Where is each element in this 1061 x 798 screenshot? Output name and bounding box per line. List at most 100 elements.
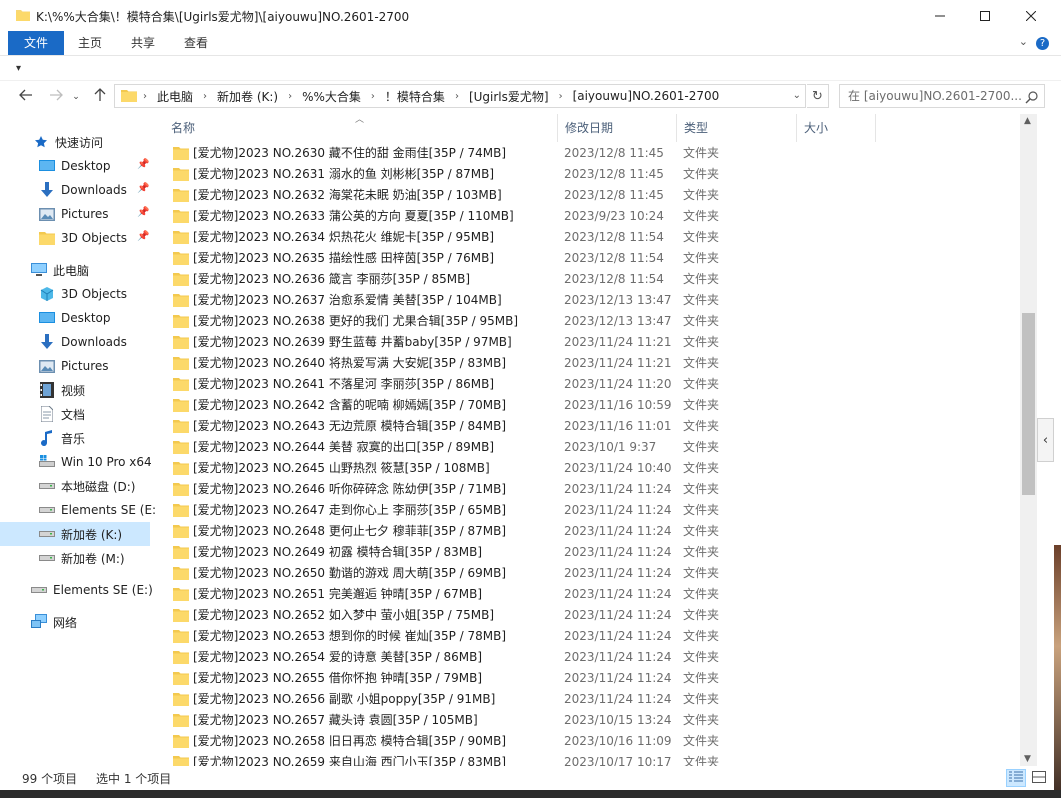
file-row[interactable]: [爱尤物]2023 NO.2652 如入梦中 萤小姐[35P / 75MB] 20… [167,604,867,625]
file-row[interactable]: [爱尤物]2023 NO.2633 蒲公英的方向 夏夏[35P / 110MB]… [167,205,867,226]
file-row[interactable]: [爱尤物]2023 NO.2630 藏不住的甜 金雨佳[35P / 74MB] 2… [167,142,867,163]
file-row[interactable]: [爱尤物]2023 NO.2647 走到你心上 李丽莎[35P / 65MB] 2… [167,499,867,520]
nav-drive-d[interactable]: 本地磁盘 (D:) [0,474,155,498]
file-row[interactable]: [爱尤物]2023 NO.2650 勤谐的游戏 周大萌[35P / 69MB] 2… [167,562,867,583]
file-type: 文件夹 [683,461,720,475]
breadcrumb-model-collection[interactable]: ！模特合集 [377,88,453,105]
file-row[interactable]: [爱尤物]2023 NO.2639 野生蓝莓 井蓄baby[35P / 97MB… [167,331,867,352]
nav-drive-e[interactable]: Elements SE (E: [0,498,155,522]
nav-drive-k[interactable]: 新加卷 (K:) [0,522,150,546]
file-row[interactable]: [爱尤物]2023 NO.2641 不落星河 李丽莎[35P / 86MB] 20… [167,373,867,394]
file-type: 文件夹 [683,377,720,391]
file-row[interactable]: [爱尤物]2023 NO.2637 治愈系爱情 美替[35P / 104MB] 2… [167,289,867,310]
nav-this-pc[interactable]: 此电脑 [0,258,155,282]
file-row[interactable]: [爱尤物]2023 NO.2648 更何止七夕 穆菲菲[35P / 87MB] 2… [167,520,867,541]
file-row[interactable]: [爱尤物]2023 NO.2638 更好的我们 尤果合辑[35P / 95MB]… [167,310,867,331]
file-row[interactable]: [爱尤物]2023 NO.2657 藏头诗 袁圆[35P / 105MB] 202… [167,709,867,730]
search-input[interactable]: 在 [aiyouwu]NO.2601-2700... [839,84,1045,108]
file-row[interactable]: [爱尤物]2023 NO.2659 来自山海 西门小玉[35P / 83MB] 2… [167,751,867,766]
file-row[interactable]: [爱尤物]2023 NO.2654 爱的诗意 美替[35P / 86MB] 202… [167,646,867,667]
nav-quick-access[interactable]: 快速访问 [0,130,155,154]
folder-icon [173,692,189,706]
file-row[interactable]: [爱尤物]2023 NO.2646 听你碎碎念 陈幼伊[35P / 71MB] 2… [167,478,867,499]
breadcrumb-ugirls[interactable]: [Ugirls爱尤物] [461,88,557,105]
nav-network[interactable]: 网络 [0,610,155,634]
file-row[interactable]: [爱尤物]2023 NO.2643 无边荒原 模特合辑[35P / 84MB] 2… [167,415,867,436]
folder-icon [173,566,189,580]
maximize-button[interactable] [962,0,1008,31]
nav-music[interactable]: 音乐 [0,426,155,450]
back-button[interactable] [16,87,36,107]
forward-button[interactable] [46,87,66,107]
file-row[interactable]: [爱尤物]2023 NO.2640 将热爱写满 大安妮[35P / 83MB] 2… [167,352,867,373]
file-row[interactable]: [爱尤物]2023 NO.2645 山野热烈 筱慧[35P / 108MB] 20… [167,457,867,478]
file-row[interactable]: [爱尤物]2023 NO.2653 想到你的时候 崔灿[35P / 78MB] 2… [167,625,867,646]
file-row[interactable]: [爱尤物]2023 NO.2631 溺水的鱼 刘彬彬[35P / 87MB] 20… [167,163,867,184]
nav-desktop[interactable]: Desktop [0,306,155,330]
close-button[interactable] [1008,0,1054,31]
file-row[interactable]: [爱尤物]2023 NO.2635 描绘性感 田梓茵[35P / 76MB] 20… [167,247,867,268]
vertical-scrollbar[interactable]: ▲ ▼ [1020,114,1037,766]
nav-os-drive[interactable]: Win 10 Pro x64 [0,450,155,474]
scrollbar-thumb[interactable] [1022,313,1035,495]
nav-drive-m[interactable]: 新加卷 (M:) [0,546,155,570]
breadcrumb-collection[interactable]: %%大合集 [294,88,369,105]
nav-pictures-pinned[interactable]: Pictures 📌 [0,202,155,226]
chevron-down-icon[interactable]: ⌄ [793,90,801,101]
tab-file[interactable]: 文件 [8,31,64,55]
file-row[interactable]: [爱尤物]2023 NO.2655 借你怀抱 钟晴[35P / 79MB] 202… [167,667,867,688]
breadcrumb-current[interactable]: [aiyouwu]NO.2601-2700 [565,89,728,103]
address-bar[interactable]: › 此电脑 › 新加卷 (K:) › %%大合集 › ！模特合集 › [Ugir… [114,84,806,108]
file-row[interactable]: [爱尤物]2023 NO.2656 副歌 小姐poppy[35P / 91MB]… [167,688,867,709]
scroll-down-icon[interactable]: ▼ [1024,754,1031,764]
tab-view[interactable]: 查看 [170,31,222,55]
nav-downloads-pinned[interactable]: Downloads 📌 [0,178,155,202]
nav-elements-se[interactable]: Elements SE (E:) [0,578,155,602]
nav-label: Desktop [61,311,111,325]
nav-videos[interactable]: 视频 [0,378,155,402]
refresh-button[interactable]: ↻ [807,84,829,108]
expand-ribbon-icon[interactable]: ⌄ [1019,35,1028,48]
file-row[interactable]: [爱尤物]2023 NO.2649 初露 模特合辑[35P / 83MB] 202… [167,541,867,562]
file-row[interactable]: [爱尤物]2023 NO.2636 箴言 李丽莎[35P / 85MB] 2023… [167,268,867,289]
folder-icon [121,88,137,105]
arrow-up-icon [94,88,106,106]
breadcrumb-this-pc[interactable]: 此电脑 [149,88,201,105]
details-view-button[interactable] [1006,769,1026,787]
nav-3d-objects[interactable]: 3D Objects [0,282,155,306]
file-row[interactable]: [爱尤物]2023 NO.2634 炽热花火 维妮卡[35P / 95MB] 20… [167,226,867,247]
minimize-button[interactable] [917,0,963,31]
file-modified-date: 2023/10/15 13:24 [564,712,672,727]
tab-share[interactable]: 共享 [116,31,170,55]
nav-documents[interactable]: 文档 [0,402,155,426]
nav-pictures[interactable]: Pictures [0,354,155,378]
file-row[interactable]: [爱尤物]2023 NO.2642 含蓄的呢喃 柳嫣嫣[35P / 70MB] 2… [167,394,867,415]
drive-icon [31,582,47,598]
column-name[interactable]: 名称 [164,114,558,142]
file-row[interactable]: [爱尤物]2023 NO.2651 完美邂逅 钟晴[35P / 67MB] 202… [167,583,867,604]
file-row[interactable]: [爱尤物]2023 NO.2644 美替 寂寞的出口[35P / 89MB] 20… [167,436,867,457]
column-size[interactable]: 大小 [796,114,876,142]
scroll-up-icon[interactable]: ▲ [1024,116,1031,126]
desktop-icon [39,158,55,174]
nav-downloads[interactable]: Downloads [0,330,155,354]
large-icons-view-button[interactable] [1029,769,1049,787]
file-row[interactable]: [爱尤物]2023 NO.2658 旧日再恋 模特合辑[35P / 90MB] 2… [167,730,867,751]
tab-home[interactable]: 主页 [64,31,116,55]
help-button[interactable]: ? [1036,37,1049,50]
column-date[interactable]: 修改日期 [557,114,677,142]
expand-pane-handle[interactable]: ‹ [1037,418,1054,462]
file-name: [爱尤物]2023 NO.2635 描绘性感 田梓茵[35P / 76MB] [193,251,495,265]
file-name: [爱尤物]2023 NO.2637 治愈系爱情 美替[35P / 104MB] [193,293,502,307]
column-type[interactable]: 类型 [676,114,796,142]
drive-icon [39,478,55,494]
file-modified-date: 2023/12/8 11:45 [564,166,664,181]
nav-desktop-pinned[interactable]: Desktop 📌 [0,154,155,178]
recent-locations-button[interactable]: ⌄ [70,87,82,107]
nav-label: 快速访问 [55,135,104,150]
nav-3d-objects-pinned[interactable]: 3D Objects 📌 [0,226,155,250]
customize-qat-icon[interactable]: ▾ [16,63,21,74]
file-row[interactable]: [爱尤物]2023 NO.2632 海棠花未眠 奶油[35P / 103MB] 2… [167,184,867,205]
breadcrumb-drive-k[interactable]: 新加卷 (K:) [209,88,286,105]
up-button[interactable] [90,87,110,107]
